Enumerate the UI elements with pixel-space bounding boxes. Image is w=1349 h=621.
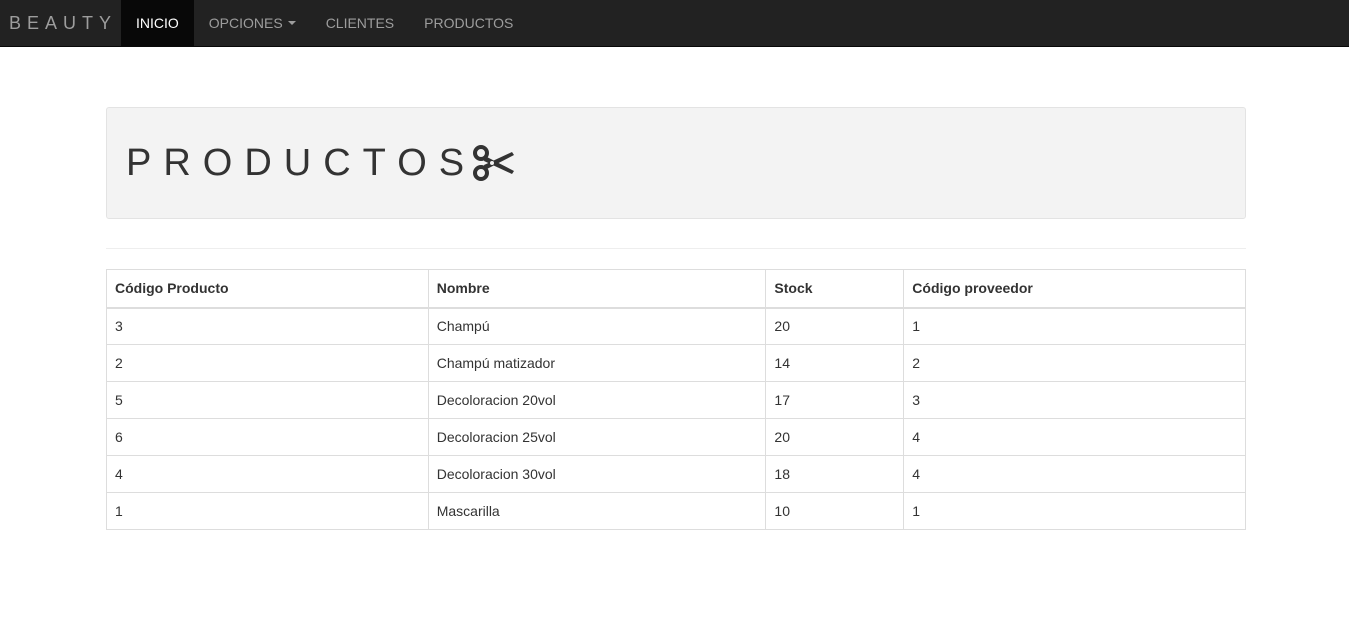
cell-codigo-producto: 3 bbox=[106, 307, 429, 345]
column-header-codigo-producto: Código Producto bbox=[106, 269, 429, 309]
cell-codigo-proveedor: 1 bbox=[903, 307, 1246, 345]
cell-stock: 10 bbox=[765, 492, 905, 530]
cell-codigo-proveedor: 3 bbox=[903, 381, 1246, 419]
nav-item-opciones-dropdown[interactable]: OPCIONES bbox=[194, 0, 311, 46]
cell-nombre: Decoloracion 20vol bbox=[427, 381, 767, 419]
page-title: PRODUCTOS bbox=[126, 141, 477, 184]
cell-codigo-producto: 5 bbox=[106, 381, 429, 419]
cell-codigo-proveedor: 4 bbox=[903, 455, 1246, 493]
cell-stock: 20 bbox=[765, 307, 905, 345]
table-row: 1 Mascarilla 10 1 bbox=[106, 492, 1246, 530]
page-header-jumbotron: PRODUCTOS bbox=[106, 107, 1246, 219]
cell-nombre: Decoloracion 25vol bbox=[427, 418, 767, 456]
table-row: 6 Decoloracion 25vol 20 4 bbox=[106, 418, 1246, 456]
top-navbar: BEAUTY INICIO OPCIONES CLIENTES PRODUCTO… bbox=[0, 0, 1349, 47]
cell-codigo-producto: 1 bbox=[106, 492, 429, 530]
products-table: Código Producto Nombre Stock Código prov… bbox=[106, 269, 1246, 530]
caret-down-icon bbox=[287, 21, 296, 25]
page-title-wrapper: PRODUCTOS bbox=[126, 142, 516, 185]
main-container: PRODUCTOS bbox=[106, 107, 1246, 219]
table-row: 2 Champú matizador 14 2 bbox=[106, 344, 1246, 382]
nav-item-clientes[interactable]: CLIENTES bbox=[311, 0, 409, 46]
table-row: 4 Decoloracion 30vol 18 4 bbox=[106, 455, 1246, 493]
cell-nombre: Mascarilla bbox=[427, 492, 767, 530]
column-header-stock: Stock bbox=[765, 269, 905, 309]
cell-stock: 14 bbox=[765, 344, 905, 382]
nav-item-inicio[interactable]: INICIO bbox=[121, 0, 194, 46]
table-row: 5 Decoloracion 20vol 17 3 bbox=[106, 381, 1246, 419]
cell-codigo-producto: 2 bbox=[106, 344, 429, 382]
cell-stock: 18 bbox=[765, 455, 905, 493]
scissors-icon bbox=[473, 145, 515, 181]
cell-codigo-producto: 6 bbox=[106, 418, 429, 456]
cell-nombre: Decoloracion 30vol bbox=[427, 455, 767, 493]
cell-nombre: Champú matizador bbox=[427, 344, 767, 382]
nav-item-opciones-label: OPCIONES bbox=[208, 15, 283, 31]
cell-codigo-producto: 4 bbox=[106, 455, 429, 493]
divider bbox=[106, 248, 1246, 249]
column-header-codigo-proveedor: Código proveedor bbox=[903, 269, 1246, 309]
table-row: 3 Champú 20 1 bbox=[106, 307, 1246, 345]
column-header-nombre: Nombre bbox=[427, 269, 767, 309]
cell-codigo-proveedor: 2 bbox=[903, 344, 1246, 382]
nav-item-productos[interactable]: PRODUCTOS bbox=[409, 0, 528, 46]
cell-stock: 17 bbox=[765, 381, 905, 419]
cell-codigo-proveedor: 4 bbox=[903, 418, 1246, 456]
brand-logo[interactable]: BEAUTY bbox=[0, 0, 121, 46]
cell-codigo-proveedor: 1 bbox=[903, 492, 1246, 530]
cell-stock: 20 bbox=[765, 418, 905, 456]
cell-nombre: Champú bbox=[427, 307, 767, 345]
table-header-row: Código Producto Nombre Stock Código prov… bbox=[106, 269, 1246, 309]
